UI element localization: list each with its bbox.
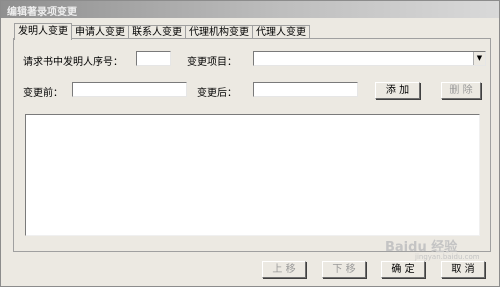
change-list[interactable]	[25, 114, 480, 236]
after-input[interactable]	[253, 82, 358, 97]
ok-button[interactable]: 确 定	[381, 261, 425, 278]
tab-panel: 请求书中发明人序号： 变更项目： ▼ 变更前： 变更后： 添 加 删 除	[13, 38, 491, 252]
add-button[interactable]: 添 加	[375, 82, 420, 99]
cancel-button[interactable]: 取 消	[441, 261, 485, 278]
move-down-button[interactable]: 下 移	[322, 261, 366, 278]
before-input[interactable]	[72, 82, 187, 97]
move-up-button[interactable]: 上 移	[262, 261, 306, 278]
after-label: 变更后：	[197, 88, 237, 99]
tab-inventor-change[interactable]: 发明人变更	[14, 23, 72, 40]
tab-strip: 发明人变更 申请人变更 联系人变更 代理机构变更 代理人变更	[14, 23, 310, 40]
before-label: 变更前：	[23, 88, 63, 99]
chevron-down-icon[interactable]: ▼	[473, 52, 485, 65]
item-label: 变更项目：	[187, 57, 237, 68]
seq-label: 请求书中发明人序号：	[23, 57, 123, 68]
seq-input[interactable]	[136, 51, 171, 66]
item-select[interactable]: ▼	[253, 51, 486, 66]
dialog-window: 编辑著录项变更 发明人变更 申请人变更 联系人变更 代理机构变更 代理人变更 请求书中发…	[0, 0, 500, 287]
delete-button[interactable]: 删 除	[441, 82, 481, 99]
title-bar[interactable]: 编辑著录项变更	[1, 1, 499, 18]
window-title: 编辑著录项变更	[7, 7, 77, 18]
